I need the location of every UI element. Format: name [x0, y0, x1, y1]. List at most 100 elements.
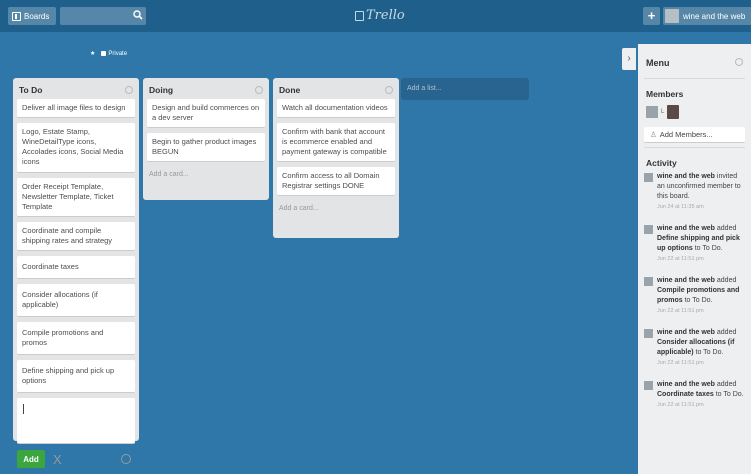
- sidebar-menu: Menu Members L ♙ Add Members... Activity…: [638, 44, 751, 474]
- activity-item: wine and the web invited an unconfirmed …: [644, 172, 745, 212]
- activity-text: wine and the web invited an unconfirmed …: [657, 172, 745, 212]
- activity-time[interactable]: Jun 24 at 11:35 am: [657, 202, 745, 212]
- activity-actor[interactable]: wine and the web: [657, 381, 715, 388]
- create-button[interactable]: +: [643, 7, 660, 25]
- card[interactable]: Order Receipt Template, Newsletter Templ…: [17, 178, 135, 217]
- member-avatar-photo[interactable]: [667, 105, 680, 119]
- list-options-icon[interactable]: [255, 86, 263, 94]
- activity-time[interactable]: Jun 22 at 11:51 pm: [657, 254, 745, 264]
- board-header: ★ Private: [90, 50, 127, 58]
- activity-tail: to To Do.: [682, 297, 713, 304]
- activity-item: wine and the web added Consider allocati…: [644, 328, 745, 368]
- card[interactable]: Confirm with bank that account is ecomme…: [277, 123, 395, 162]
- activity-time[interactable]: Jun 22 at 11:51 pm: [657, 358, 745, 368]
- member-initial[interactable]: L: [661, 109, 664, 115]
- activity-avatar[interactable]: [644, 381, 653, 390]
- activity-item: wine and the web added Compile promotion…: [644, 276, 745, 316]
- composer-options-icon[interactable]: [121, 454, 131, 464]
- list-header[interactable]: Done: [273, 78, 399, 99]
- privacy-label: Private: [108, 50, 128, 57]
- user-avatar: [665, 9, 679, 23]
- top-header: Boards Trello + wine and the web: [0, 0, 751, 32]
- activity-avatar[interactable]: [644, 173, 653, 182]
- activity-actor[interactable]: wine and the web: [657, 173, 715, 180]
- list-title: Doing: [149, 85, 174, 95]
- trello-logo[interactable]: Trello: [355, 8, 405, 23]
- list-options-icon[interactable]: [385, 86, 393, 94]
- list-title: To Do: [19, 85, 43, 95]
- card[interactable]: Compile promotions and promos: [17, 322, 135, 355]
- card[interactable]: Confirm access to all Domain Registrar s…: [277, 167, 395, 196]
- activity-text: wine and the web added Consider allocati…: [657, 328, 745, 368]
- search-icon[interactable]: [133, 10, 143, 20]
- activity-body: added: [714, 277, 737, 284]
- add-members-button[interactable]: ♙ Add Members...: [644, 127, 745, 143]
- activity-item: wine and the web added Coordinate taxes …: [644, 380, 745, 410]
- logo-text: Trello: [366, 8, 405, 23]
- activity-text: wine and the web added Coordinate taxes …: [657, 380, 745, 410]
- list-header[interactable]: To Do: [13, 78, 139, 99]
- activity-avatar[interactable]: [644, 225, 653, 234]
- activity-title: Activity: [646, 158, 677, 168]
- activity-text: wine and the web added Compile promotion…: [657, 276, 745, 316]
- member-avatar[interactable]: [646, 106, 658, 118]
- list-options-icon[interactable]: [125, 86, 133, 94]
- card[interactable]: Logo, Estate Stamp, WineDetailType icons…: [17, 123, 135, 173]
- card[interactable]: Design and build commerces on a dev serv…: [147, 99, 265, 128]
- activity-avatar[interactable]: [644, 329, 653, 338]
- activity-text: wine and the web added Define shipping a…: [657, 224, 745, 264]
- activity-card-link[interactable]: Coordinate taxes: [657, 391, 714, 398]
- activity-actor[interactable]: wine and the web: [657, 277, 715, 284]
- list-done: Done Watch all documentation videos Conf…: [273, 78, 399, 238]
- add-members-label: Add Members...: [659, 130, 713, 139]
- star-icon[interactable]: ★: [90, 50, 95, 57]
- add-card-link[interactable]: Add a card...: [273, 201, 399, 218]
- add-card-link[interactable]: Add a card...: [143, 167, 269, 184]
- user-menu-button[interactable]: wine and the web: [663, 7, 751, 25]
- privacy-toggle[interactable]: Private: [101, 51, 127, 57]
- activity-body: added: [714, 225, 737, 232]
- boards-icon: [12, 11, 21, 21]
- composer-controls: Add X: [13, 450, 139, 468]
- list-doing: Doing Design and build commerces on a de…: [143, 78, 269, 200]
- activity-actor[interactable]: wine and the web: [657, 329, 715, 336]
- activity-time[interactable]: Jun 22 at 11:51 pm: [657, 306, 745, 316]
- list-title: Done: [279, 85, 301, 95]
- trello-logo-icon: [355, 10, 364, 21]
- chevron-right-icon[interactable]: ›: [622, 48, 636, 70]
- activity-item: wine and the web added Define shipping a…: [644, 224, 745, 264]
- activity-tail: to To Do.: [713, 391, 744, 398]
- divider: [644, 147, 745, 148]
- members-title: Members: [646, 89, 684, 99]
- boards-button[interactable]: Boards: [8, 7, 56, 25]
- card[interactable]: Watch all documentation videos: [277, 99, 395, 118]
- menu-title: Menu: [646, 58, 670, 68]
- boards-label: Boards: [24, 11, 50, 21]
- card-composer-input[interactable]: [17, 398, 135, 444]
- close-icon[interactable]: X: [53, 452, 62, 467]
- menu-header: Menu: [638, 44, 751, 74]
- activity-body: added: [714, 381, 737, 388]
- members-list: L: [638, 103, 751, 121]
- user-name: wine and the web: [683, 11, 746, 21]
- menu-options-icon[interactable]: [735, 58, 743, 66]
- text-caret: [23, 404, 24, 414]
- activity-avatar[interactable]: [644, 277, 653, 286]
- activity-feed: wine and the web invited an unconfirmed …: [638, 172, 751, 410]
- list-to-do: To Do Deliver all image files to design …: [13, 78, 139, 468]
- card[interactable]: Begin to gather product images BEGUN: [147, 133, 265, 162]
- activity-time[interactable]: Jun 22 at 11:51 pm: [657, 400, 745, 410]
- card[interactable]: Coordinate and compile shipping rates an…: [17, 222, 135, 251]
- card[interactable]: Deliver all image files to design: [17, 99, 135, 118]
- divider: [644, 78, 745, 79]
- activity-actor[interactable]: wine and the web: [657, 225, 715, 232]
- lock-icon: [101, 51, 107, 56]
- card[interactable]: Coordinate taxes: [17, 256, 135, 279]
- activity-body: added: [714, 329, 737, 336]
- card[interactable]: Consider allocations (if applicable): [17, 284, 135, 317]
- add-card-button[interactable]: Add: [17, 450, 45, 468]
- card[interactable]: Define shipping and pick up options: [17, 360, 135, 393]
- add-list-button[interactable]: Add a list...: [401, 78, 529, 100]
- list-header[interactable]: Doing: [143, 78, 269, 99]
- activity-tail: to To Do.: [693, 349, 724, 356]
